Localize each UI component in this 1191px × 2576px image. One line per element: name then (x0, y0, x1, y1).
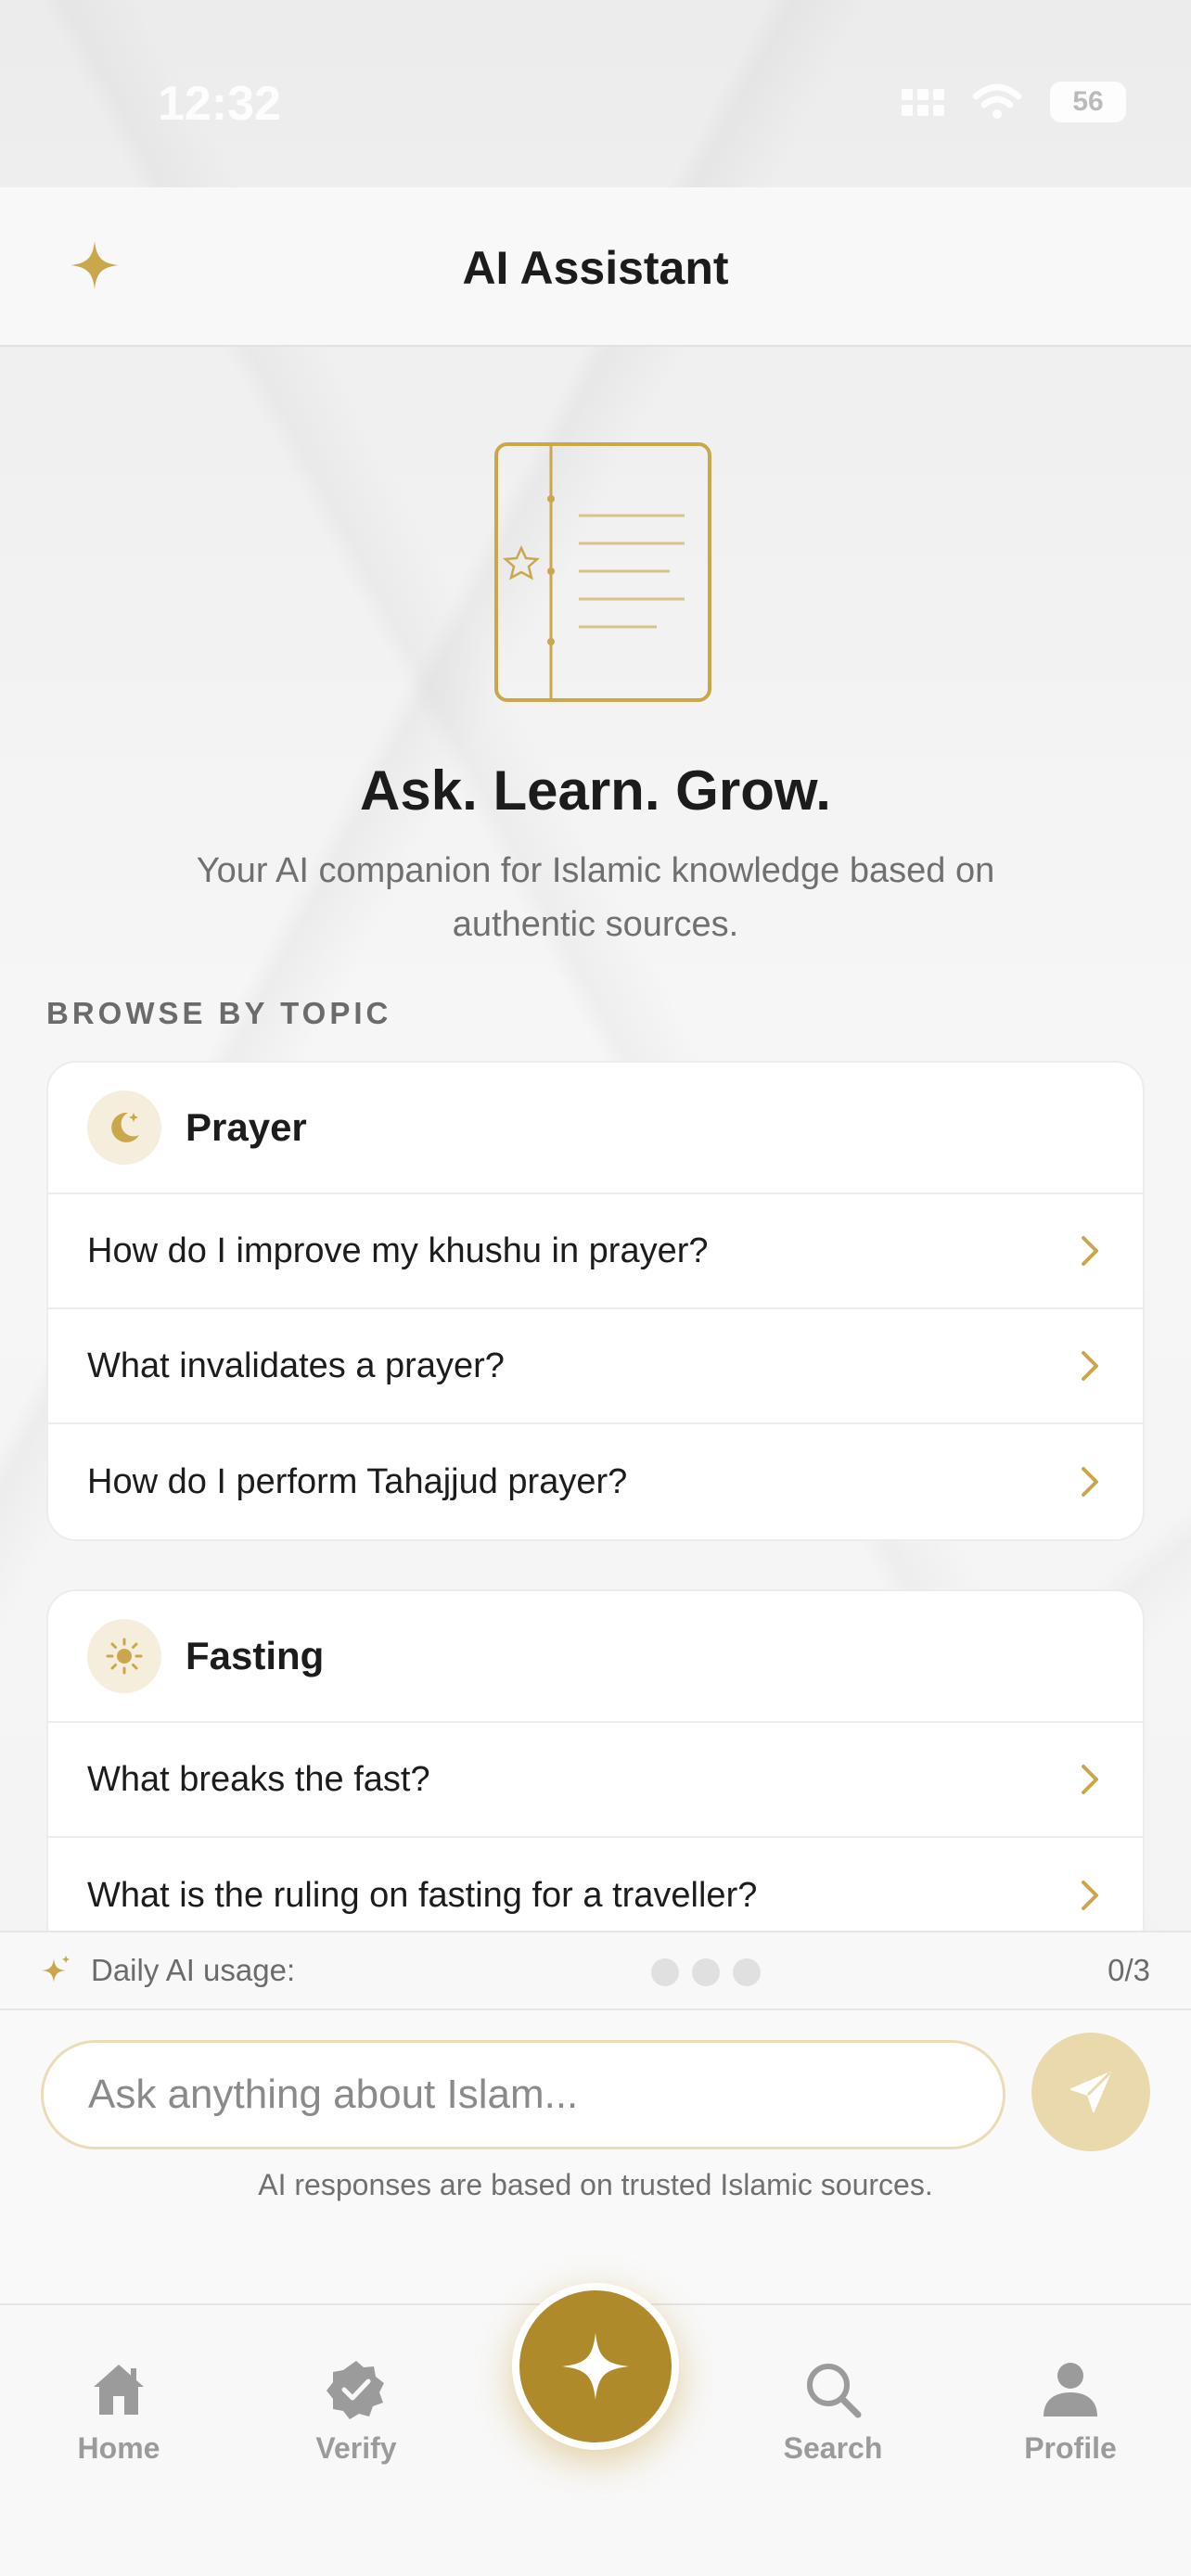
status-bar: 12:32 56 (0, 0, 1191, 187)
question-row[interactable]: What breaks the fast? (48, 1723, 1143, 1838)
tab-profile[interactable]: Profile (987, 2357, 1154, 2466)
wifi-icon (972, 83, 1022, 119)
search-icon (807, 2364, 862, 2418)
book-illustration-icon (494, 442, 711, 702)
page-title: AI Assistant (462, 242, 729, 294)
topics-scroll-region[interactable]: Prayer How do I improve my khushu in pra… (0, 1048, 1191, 1931)
question-row[interactable]: How do I perform Tahajjud prayer? (48, 1424, 1143, 1539)
tab-home[interactable]: Home (35, 2357, 202, 2466)
tab-verify[interactable]: Verify (273, 2357, 440, 2466)
send-icon (1070, 2071, 1112, 2112)
send-button[interactable] (1031, 2033, 1150, 2151)
composer: AI responses are based on trusted Islami… (0, 2010, 1191, 2303)
question-row[interactable]: How do I improve my khushu in prayer? (48, 1194, 1143, 1309)
ask-input[interactable] (41, 2040, 1005, 2149)
daily-usage-bar: Daily AI usage: 0/3 (0, 1931, 1191, 2010)
question-text: How do I perform Tahajjud prayer? (87, 1461, 628, 1501)
verify-badge-icon (327, 2361, 384, 2419)
battery-indicator: 56 (1050, 82, 1126, 122)
usage-count: 0/3 (1108, 1953, 1150, 1987)
tab-search[interactable]: Search (749, 2357, 916, 2466)
app-header: AI Assistant (0, 187, 1191, 347)
chevron-right-icon (1082, 1351, 1098, 1381)
tab-label: Verify (315, 2431, 397, 2465)
tab-label: Profile (1024, 2431, 1117, 2465)
question-text: What breaks the fast? (87, 1759, 430, 1799)
chevron-right-icon (1082, 1467, 1098, 1497)
question-row[interactable]: What is the ruling on fasting for a trav… (48, 1838, 1143, 1931)
sparkle-icon (42, 1956, 70, 1983)
sun-icon (87, 1619, 161, 1693)
topic-card-prayer: Prayer How do I improve my khushu in pra… (46, 1061, 1145, 1541)
question-text: What invalidates a prayer? (87, 1345, 505, 1385)
hero-title: Ask. Learn. Grow. (360, 759, 831, 822)
topic-header-fasting: Fasting (48, 1591, 1143, 1723)
moon-icon (87, 1090, 161, 1165)
usage-dot (733, 1958, 761, 1986)
status-time: 12:32 (158, 77, 281, 131)
topic-title: Fasting (186, 1634, 325, 1677)
usage-label: Daily AI usage: (91, 1953, 296, 1987)
tab-label: Search (783, 2431, 883, 2465)
usage-dot (651, 1958, 679, 1986)
section-label-browse: BROWSE BY TOPIC (46, 996, 392, 1030)
usage-dot (692, 1958, 720, 1986)
topic-title: Prayer (186, 1105, 307, 1149)
topic-card-fasting: Fasting What breaks the fast? What is th… (46, 1589, 1145, 1931)
ai-assistant-tab-button[interactable] (512, 2283, 679, 2450)
chevron-right-icon (1082, 1236, 1098, 1266)
hero-subtitle: Your AI companion for Islamic knowledge … (196, 851, 995, 944)
cellular-signal-icon (902, 88, 944, 116)
question-row[interactable]: What invalidates a prayer? (48, 1309, 1143, 1424)
profile-icon (1044, 2363, 1097, 2417)
question-text: What is the ruling on fasting for a trav… (87, 1875, 758, 1915)
usage-dots (651, 1958, 761, 1986)
chevron-right-icon (1082, 1881, 1098, 1910)
question-text: How do I improve my khushu in prayer? (87, 1231, 709, 1270)
chevron-right-icon (1082, 1765, 1098, 1794)
disclaimer: AI responses are based on trusted Islami… (258, 2168, 933, 2201)
home-icon (94, 2365, 144, 2415)
status-icons: 56 (902, 82, 1126, 122)
sparkle-icon (562, 2333, 629, 2400)
tab-label: Home (77, 2431, 160, 2465)
topic-header-prayer: Prayer (48, 1063, 1143, 1194)
